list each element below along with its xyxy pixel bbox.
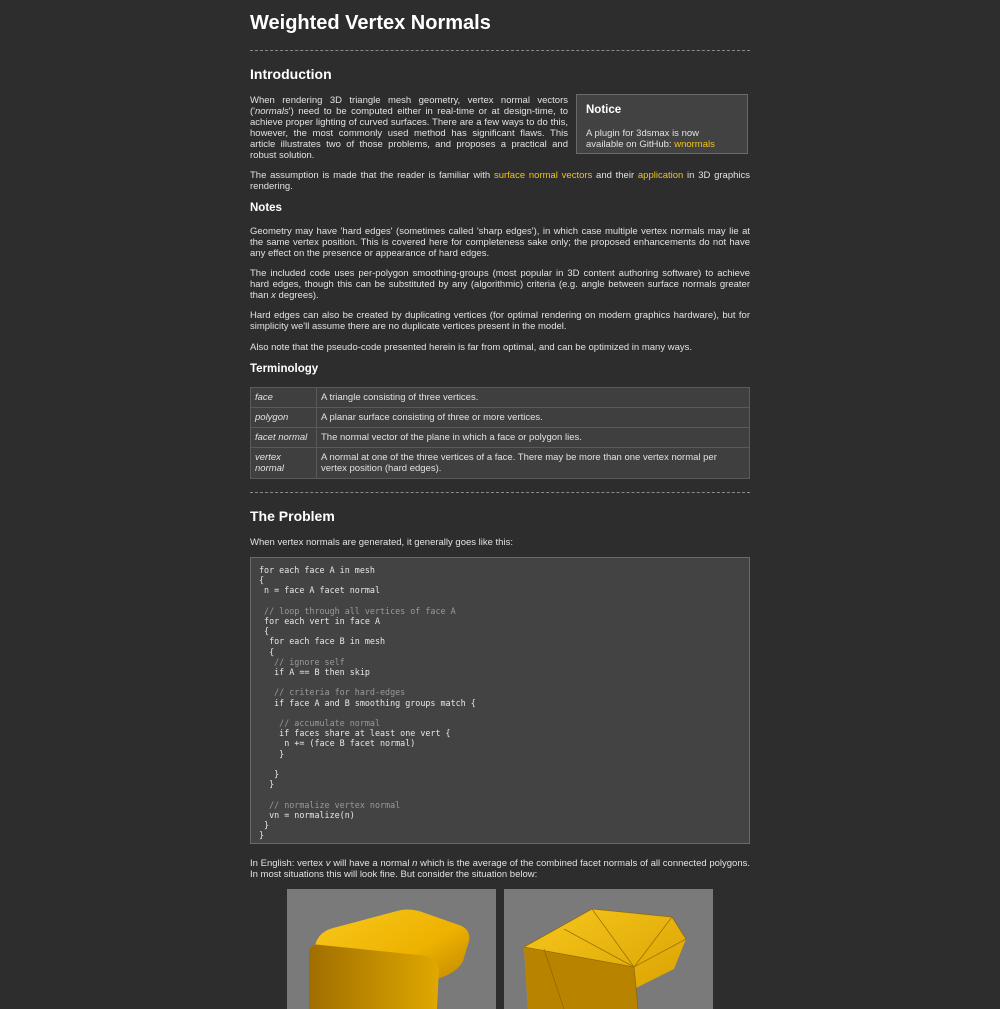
code-line: { [259,575,265,586]
term-cell: facet normal [250,427,317,448]
code-comment: // ignore self [259,656,345,667]
table-row: face A triangle consisting of three vert… [250,387,750,408]
definition-cell: A normal at one of the three vertices of… [316,447,750,479]
code-line: n += (face B facet normal) [259,738,416,749]
code-comment: // loop through all vertices of face A [259,605,456,616]
definition-cell: A triangle consisting of three vertices. [316,387,750,408]
intro-text-post: ') need to be computed either in real-ti… [250,106,568,161]
notes-heading: Notes [250,202,282,214]
problem-heading: The Problem [250,508,335,524]
code-line: for each face A in mesh [259,565,375,575]
terminology-heading: Terminology [250,363,319,375]
notes-paragraph-1: Geometry may have 'hard edges' (sometime… [250,226,750,259]
code-line: for each face B in mesh [259,636,386,647]
code-line: if A == B then skip [259,667,370,678]
cube-render-faceted [504,889,713,1009]
code-line: { [259,626,270,637]
intro-text-em: normals [254,106,289,117]
term-cell: vertex normal [250,447,317,479]
term-cell: face [250,387,317,408]
notice-text: A plugin for 3dsmax is now available on … [586,128,738,150]
code-comment: // criteria for hard-edges [259,687,406,698]
code-line: if faces share at least one vert { [259,728,451,739]
table-row: polygon A planar surface consisting of t… [250,407,750,428]
code-line: } [259,830,265,841]
definition-cell: The normal vector of the plane in which … [316,427,750,448]
assumption-pre: The assumption is made that the reader i… [250,170,494,181]
code-comment: // accumulate normal [259,718,381,729]
notes-p2-pre: The included code uses per-polygon smoot… [250,268,750,301]
notes-paragraph-3: Hard edges can also be created by duplic… [250,310,750,332]
notice-box: Notice A plugin for 3dsmax is now availa… [576,94,748,154]
code-line: } [259,748,285,759]
table-row: vertex normal A normal at one of the thr… [250,447,750,479]
assumption-paragraph: The assumption is made that the reader i… [250,170,750,192]
code-line: for each vert in face A [259,616,381,627]
code-line: } [259,769,280,780]
code-line: { [259,646,275,657]
assumption-mid: and their [592,170,638,181]
wnormals-link[interactable]: wnormals [674,139,715,150]
intro-paragraph: When rendering 3D triangle mesh geometry… [250,95,568,161]
code-comment: // normalize vertex normal [259,799,401,810]
explanation-paragraph: In English: vertex v will have a normal … [250,858,750,880]
notes-paragraph-4: Also note that the pseudo-code presented… [250,342,692,353]
code-line: } [259,820,270,831]
surface-normal-link[interactable]: surface normal vectors [494,170,592,181]
code-block: for each face A in mesh { n = face A fac… [250,557,750,844]
application-link[interactable]: application [638,170,683,181]
definition-cell: A planar surface consisting of three or … [316,407,750,428]
notes-paragraph-2: The included code uses per-polygon smoot… [250,268,750,301]
code-line: vn = normalize(n) [259,809,355,820]
code-line: } [259,779,275,790]
intro-heading: Introduction [250,66,332,82]
code-line: if face A and B smoothing groups match { [259,697,476,708]
explanation-mid: will have a normal [330,858,413,869]
terminology-table: face A triangle consisting of three vert… [250,387,750,479]
divider [250,50,750,51]
explanation-pre: In English: vertex [250,858,326,869]
notice-heading: Notice [586,104,622,116]
divider [250,492,750,493]
page-title: Weighted Vertex Normals [250,12,491,34]
notes-p2-post: degrees). [275,290,319,301]
cube-render-smooth [287,889,496,1009]
table-row: facet normal The normal vector of the pl… [250,427,750,448]
terminology-table-wrap: face A triangle consisting of three vert… [250,387,750,479]
problem-intro: When vertex normals are generated, it ge… [250,537,513,548]
code-line: n = face A facet normal [259,585,381,596]
term-cell: polygon [250,407,317,428]
